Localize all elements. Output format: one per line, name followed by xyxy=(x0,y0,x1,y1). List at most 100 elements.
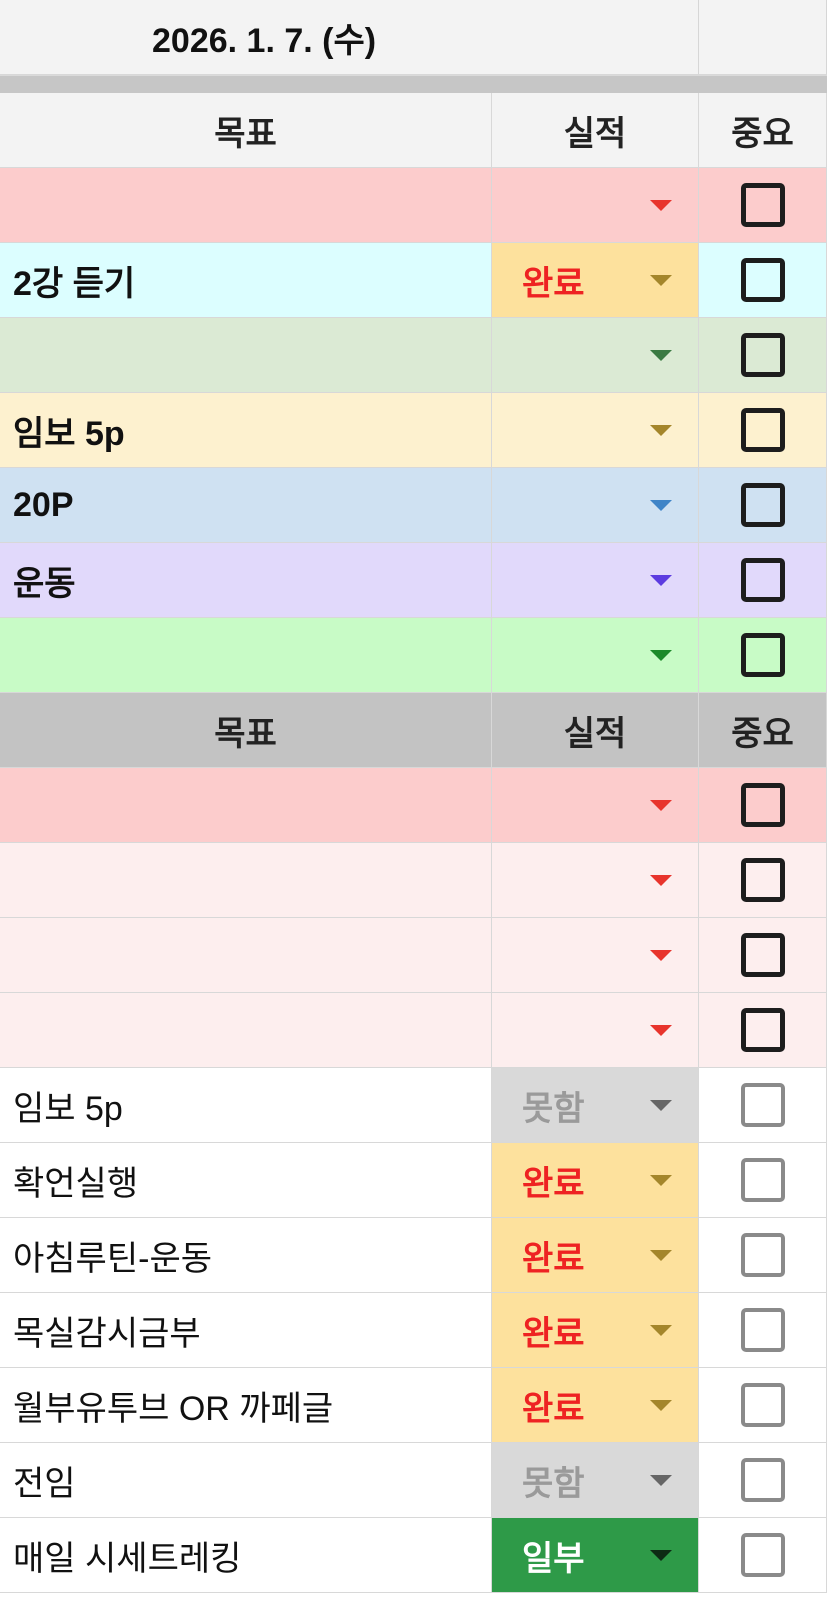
goal-cell[interactable]: 임보 5p xyxy=(0,1068,492,1143)
important-checkbox[interactable] xyxy=(740,183,785,227)
result-dropdown[interactable] xyxy=(492,168,699,243)
result-dropdown[interactable]: 완료 xyxy=(492,1143,699,1218)
dropdown-arrow-icon[interactable] xyxy=(650,1550,672,1561)
goal-cell[interactable] xyxy=(0,318,492,393)
important-cell xyxy=(699,843,827,918)
important-checkbox[interactable] xyxy=(740,1533,785,1577)
goal-cell[interactable]: 2강 듣기 xyxy=(0,243,492,318)
important-checkbox[interactable] xyxy=(740,1233,785,1277)
important-cell xyxy=(699,618,827,693)
result-dropdown[interactable] xyxy=(492,318,699,393)
date-cell[interactable]: 2026. 1. 7. (수) xyxy=(0,0,699,75)
dropdown-arrow-icon[interactable] xyxy=(650,950,672,961)
goal-cell[interactable] xyxy=(0,168,492,243)
result-dropdown[interactable]: 완료 xyxy=(492,243,699,318)
goals-section-2: 목표 실적 중요 xyxy=(0,693,827,1068)
daily-routine-section: 임보 5p 못함 확언실행 완료 아침루틴-운동 완료 목실감시금부 완료 월부유투브 OR 까… xyxy=(0,1068,827,1593)
result-dropdown[interactable]: 완료 xyxy=(492,1218,699,1293)
goal-cell[interactable]: 운동 xyxy=(0,543,492,618)
result-dropdown[interactable]: 완료 xyxy=(492,1368,699,1443)
dropdown-arrow-icon[interactable] xyxy=(650,200,672,211)
important-checkbox[interactable] xyxy=(740,1383,785,1427)
dropdown-arrow-icon[interactable] xyxy=(650,800,672,811)
important-cell xyxy=(699,1368,827,1443)
result-dropdown[interactable] xyxy=(492,843,699,918)
dropdown-arrow-icon[interactable] xyxy=(650,575,672,586)
important-cell xyxy=(699,318,827,393)
header-result: 실적 xyxy=(492,693,699,768)
goal-cell[interactable]: 매일 시세트레킹 xyxy=(0,1518,492,1593)
important-checkbox[interactable] xyxy=(740,633,785,677)
date-row: 2026. 1. 7. (수) xyxy=(0,0,827,76)
important-cell xyxy=(699,1218,827,1293)
important-checkbox[interactable] xyxy=(740,258,785,302)
goal-cell[interactable]: 전임 xyxy=(0,1443,492,1518)
result-dropdown[interactable]: 일부 xyxy=(492,1518,699,1593)
goal-cell[interactable] xyxy=(0,843,492,918)
important-checkbox[interactable] xyxy=(740,933,785,977)
important-checkbox[interactable] xyxy=(740,1308,785,1352)
result-dropdown[interactable]: 완료 xyxy=(492,1293,699,1368)
result-value: 못함 xyxy=(522,1464,585,1503)
result-dropdown[interactable] xyxy=(492,543,699,618)
important-cell xyxy=(699,393,827,468)
important-cell xyxy=(699,918,827,993)
goal-cell[interactable] xyxy=(0,993,492,1068)
result-dropdown[interactable] xyxy=(492,393,699,468)
important-cell xyxy=(699,1518,827,1593)
result-value: 완료 xyxy=(522,264,585,303)
result-dropdown[interactable]: 못함 xyxy=(492,1068,699,1143)
important-checkbox[interactable] xyxy=(740,558,785,602)
goal-cell[interactable]: 확언실행 xyxy=(0,1143,492,1218)
goal-cell[interactable]: 20P xyxy=(0,468,492,543)
important-checkbox[interactable] xyxy=(740,1458,785,1502)
result-dropdown[interactable] xyxy=(492,468,699,543)
important-checkbox[interactable] xyxy=(740,1008,785,1052)
dropdown-arrow-icon[interactable] xyxy=(650,425,672,436)
result-dropdown[interactable] xyxy=(492,993,699,1068)
dropdown-arrow-icon[interactable] xyxy=(650,1175,672,1186)
dropdown-arrow-icon[interactable] xyxy=(650,1400,672,1411)
goal-cell[interactable]: 임보 5p xyxy=(0,393,492,468)
important-checkbox[interactable] xyxy=(740,483,785,527)
dropdown-arrow-icon[interactable] xyxy=(650,875,672,886)
goal-cell[interactable]: 아침루틴-운동 xyxy=(0,1218,492,1293)
header-result: 실적 xyxy=(492,93,699,168)
frozen-row-divider[interactable] xyxy=(0,76,827,93)
important-checkbox[interactable] xyxy=(740,333,785,377)
dropdown-arrow-icon[interactable] xyxy=(650,1325,672,1336)
header-important: 중요 xyxy=(699,693,827,768)
goal-cell[interactable] xyxy=(0,768,492,843)
important-cell xyxy=(699,468,827,543)
important-cell xyxy=(699,1143,827,1218)
result-dropdown[interactable] xyxy=(492,618,699,693)
dropdown-arrow-icon[interactable] xyxy=(650,1250,672,1261)
important-checkbox[interactable] xyxy=(740,408,785,452)
result-dropdown[interactable] xyxy=(492,918,699,993)
important-checkbox[interactable] xyxy=(740,783,785,827)
goal-cell[interactable]: 목실감시금부 xyxy=(0,1293,492,1368)
important-checkbox[interactable] xyxy=(740,1083,785,1127)
result-value: 일부 xyxy=(522,1539,585,1578)
goal-cell[interactable] xyxy=(0,918,492,993)
result-dropdown[interactable]: 못함 xyxy=(492,1443,699,1518)
dropdown-arrow-icon[interactable] xyxy=(650,1025,672,1036)
result-dropdown[interactable] xyxy=(492,768,699,843)
dropdown-arrow-icon[interactable] xyxy=(650,500,672,511)
important-checkbox[interactable] xyxy=(740,858,785,902)
header-goal: 목표 xyxy=(0,93,492,168)
dropdown-arrow-icon[interactable] xyxy=(650,275,672,286)
important-cell xyxy=(699,168,827,243)
goals-section-1: 목표 실적 중요 2강 듣기 완료 임보 5p 20P 운동 xyxy=(0,93,827,693)
goal-cell[interactable] xyxy=(0,618,492,693)
dropdown-arrow-icon[interactable] xyxy=(650,650,672,661)
dropdown-arrow-icon[interactable] xyxy=(650,1100,672,1111)
important-cell xyxy=(699,993,827,1068)
spreadsheet: 2026. 1. 7. (수) 목표 실적 중요 2강 듣기 완료 임보 5p 20P… xyxy=(0,0,827,1601)
dropdown-arrow-icon[interactable] xyxy=(650,1475,672,1486)
empty-cell[interactable] xyxy=(699,0,827,75)
goal-cell[interactable]: 월부유투브 OR 까페글 xyxy=(0,1368,492,1443)
important-checkbox[interactable] xyxy=(740,1158,785,1202)
dropdown-arrow-icon[interactable] xyxy=(650,350,672,361)
important-cell xyxy=(699,1293,827,1368)
